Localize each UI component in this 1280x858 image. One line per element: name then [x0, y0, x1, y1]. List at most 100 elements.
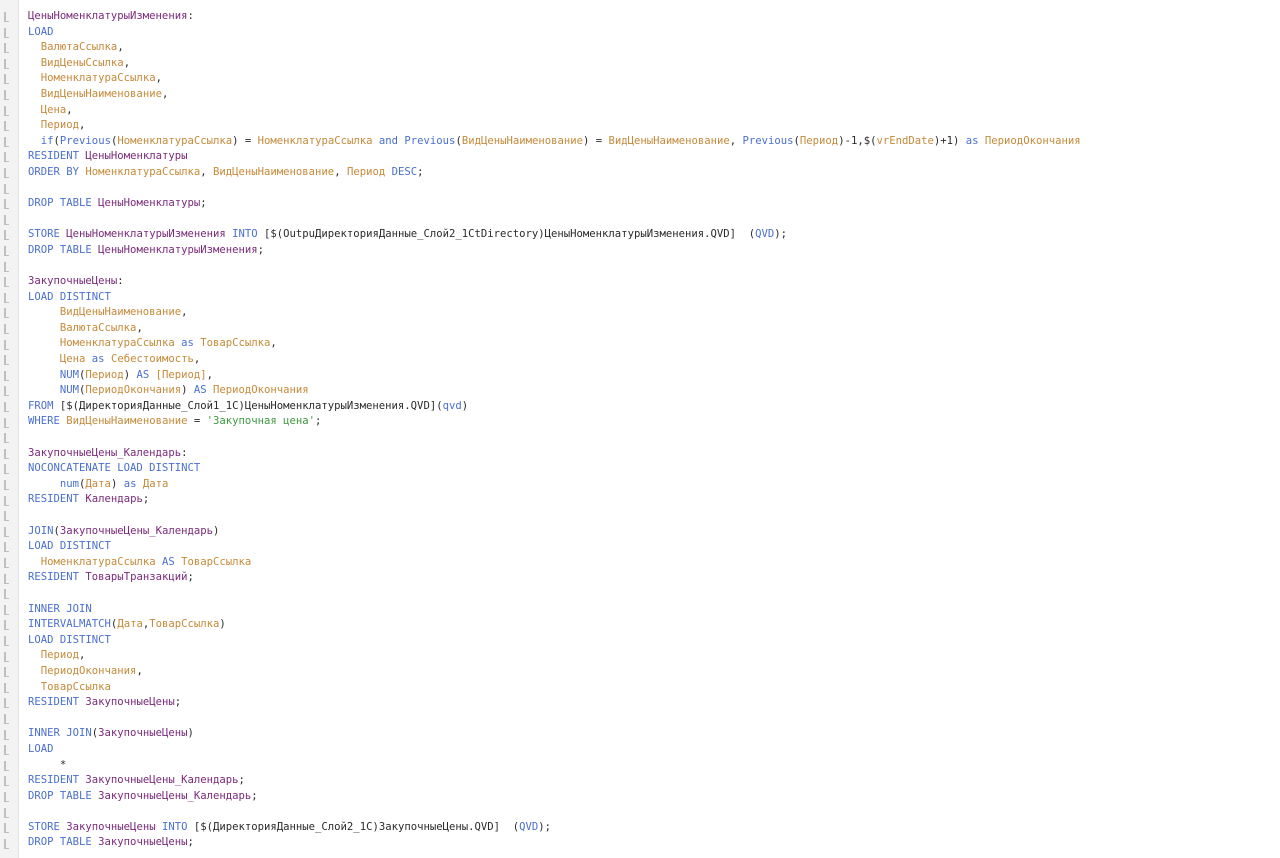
code-line[interactable]: WHERE ВидЦеныНаименование = 'Закупочная …: [28, 414, 1280, 430]
code-line[interactable]: RESIDENT Календарь;: [28, 492, 1280, 508]
code-line[interactable]: ТоварСсылка: [28, 680, 1280, 696]
code-token: ,: [79, 649, 86, 662]
code-line[interactable]: *: [28, 758, 1280, 774]
code-line[interactable]: Период,: [28, 118, 1280, 134]
code-line[interactable]: ВидЦеныСсылка,: [28, 56, 1280, 72]
line-marker-icon: [4, 651, 9, 662]
code-line[interactable]: STORE ЦеныНоменклатурыИзменения INTO [$(…: [28, 227, 1280, 243]
code-line[interactable]: Период,: [28, 648, 1280, 664]
code-line[interactable]: FROM [$(ДиректорияДанные_Слой1_1C)ЦеныНо…: [28, 399, 1280, 415]
code-line[interactable]: STORE ЗакупочныеЦены INTO [$(ДиректорияД…: [28, 820, 1280, 836]
code-line[interactable]: [28, 430, 1280, 446]
code-line[interactable]: ВалютаСсылка,: [28, 40, 1280, 56]
code-token: ;: [238, 774, 245, 787]
code-line[interactable]: DROP TABLE ЦеныНоменклатуры;: [28, 196, 1280, 212]
line-marker-icon: [4, 168, 9, 178]
code-token: Дата: [85, 477, 111, 490]
code-token: НоменклатураСсылка: [117, 134, 233, 147]
code-line[interactable]: [28, 586, 1280, 602]
code-token: ): [110, 477, 124, 490]
code-token: :: [187, 10, 194, 22]
code-token: LOAD DISTINCT: [28, 633, 111, 646]
code-line[interactable]: DROP TABLE ЗакупочныеЦены;: [28, 835, 1280, 851]
code-line[interactable]: NUM(Период) AS [Период],: [28, 368, 1280, 384]
code-token: НоменклатураСсылка: [40, 555, 156, 568]
code-line[interactable]: ВидЦеныНаименование,: [28, 87, 1280, 103]
code-token: FROM: [28, 399, 54, 412]
code-token: ,: [136, 664, 143, 677]
code-line[interactable]: LOAD DISTINCT: [28, 633, 1280, 649]
code-line[interactable]: LOAD: [28, 742, 1280, 758]
code-token: [Период]: [155, 368, 207, 381]
code-token: Календарь: [85, 493, 143, 506]
code-line[interactable]: LOAD: [28, 25, 1280, 41]
code-token: ЦеныНоменклатуры: [85, 150, 188, 163]
line-marker-icon: [4, 199, 9, 210]
code-line[interactable]: LOAD DISTINCT: [28, 539, 1280, 555]
code-token: ЦеныНоменклатурыИзменения: [98, 243, 258, 256]
code-token: NOCONCATENATE LOAD DISTINCT: [28, 462, 201, 475]
line-marker-icon: [4, 558, 9, 568]
code-line[interactable]: НоменклатураСсылка,: [28, 71, 1280, 87]
script-editor[interactable]: ЦеныНоменклатурыИзменения: LOAD ВалютаСсы…: [0, 0, 1280, 858]
code-line[interactable]: [28, 212, 1280, 228]
code-line[interactable]: if(Previous(НоменклатураСсылка) = Номенк…: [28, 134, 1280, 150]
code-token: as: [123, 477, 137, 490]
code-line[interactable]: num(Дата) as Дата: [28, 477, 1280, 493]
code-token: ВидЦеныНаименование: [40, 87, 162, 100]
code-line[interactable]: RESIDENT ЗакупочныеЦены;: [28, 695, 1280, 711]
code-line[interactable]: НоменклатураСсылка as ТоварСсылка,: [28, 336, 1280, 352]
line-marker-icon: [4, 776, 9, 787]
code-line[interactable]: INTERVALMATCH(Дата,ТоварСсылка): [28, 617, 1280, 633]
code-line[interactable]: RESIDENT ЗакупочныеЦены_Календарь;: [28, 773, 1280, 789]
code-line[interactable]: Цена,: [28, 103, 1280, 119]
code-token: ): [212, 524, 220, 537]
line-marker-icon: [4, 542, 9, 553]
code-token: ,: [200, 165, 213, 178]
code-line[interactable]: JOIN(ЗакупочныеЦены_Календарь): [28, 524, 1280, 540]
code-line[interactable]: Цена as Себестоимость,: [28, 352, 1280, 368]
code-token: Себестоимость: [110, 353, 194, 366]
code-token: Previous: [742, 134, 794, 147]
code-line[interactable]: DROP TABLE ЗакупочныеЦены_Календарь;: [28, 789, 1280, 805]
code-line[interactable]: [28, 508, 1280, 524]
code-line[interactable]: [28, 804, 1280, 820]
code-line[interactable]: INNER JOIN: [28, 602, 1280, 618]
code-token: [$(OutpuДиректорияДанные_Слой2_1CtDirect…: [257, 228, 756, 241]
code-line[interactable]: ORDER BY НоменклатураСсылка, ВидЦеныНаим…: [28, 165, 1280, 181]
code-token: ЦеныНоменклатурыИзменения: [66, 228, 226, 241]
code-line[interactable]: ВидЦеныНаименование,: [28, 305, 1280, 321]
code-line[interactable]: [28, 711, 1280, 727]
code-line[interactable]: RESIDENT ЦеныНоменклатуры: [28, 149, 1280, 165]
code-line[interactable]: RESIDENT ТоварыТранзакций;: [28, 570, 1280, 586]
code-token: Период: [85, 368, 124, 381]
code-token: ,: [117, 41, 124, 54]
code-line[interactable]: ЗакупочныеЦены:: [28, 274, 1280, 290]
code-token: Период: [40, 119, 80, 132]
line-marker-icon: [4, 90, 9, 100]
code-line[interactable]: ПериодОкончания,: [28, 664, 1280, 680]
code-token: ЗакупочныеЦены: [28, 275, 118, 288]
code-line[interactable]: LOAD DISTINCT: [28, 290, 1280, 306]
code-area[interactable]: ЦеныНоменклатурыИзменения: LOAD ВалютаСсы…: [28, 9, 1280, 851]
code-line[interactable]: ЦеныНоменклатурыИзменения:: [28, 9, 1280, 25]
code-line[interactable]: INNER JOIN(ЗакупочныеЦены): [28, 726, 1280, 742]
line-marker-icon: [4, 277, 9, 288]
code-line[interactable]: NUM(ПериодОкончания) AS ПериодОкончания: [28, 383, 1280, 399]
code-line[interactable]: [28, 181, 1280, 197]
code-line[interactable]: [28, 259, 1280, 275]
line-marker-icon: [4, 573, 9, 584]
line-marker-icon: [4, 745, 9, 756]
code-line[interactable]: DROP TABLE ЦеныНоменклатурыИзменения;: [28, 243, 1280, 259]
code-token: ТоварСсылка: [200, 337, 271, 350]
code-line[interactable]: NOCONCATENATE LOAD DISTINCT: [28, 461, 1280, 477]
code-token: Период: [346, 165, 386, 178]
code-line[interactable]: НоменклатураСсылка AS ТоварСсылка: [28, 555, 1280, 571]
code-token: Период: [40, 649, 80, 662]
code-line[interactable]: ВалютаСсылка,: [28, 321, 1280, 337]
code-token: ВалютаСсылка: [40, 41, 118, 54]
code-token: ): [181, 384, 194, 397]
code-line[interactable]: ЗакупочныеЦены_Календарь:: [28, 446, 1280, 462]
line-marker-icon: [4, 230, 9, 241]
